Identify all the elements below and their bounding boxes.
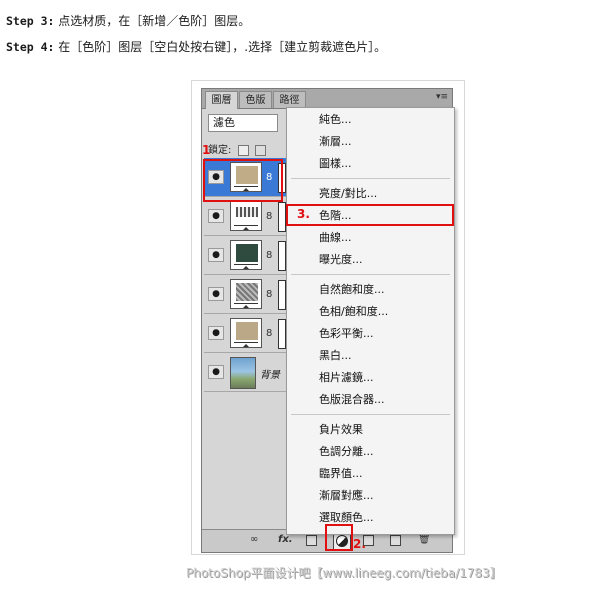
layer-row[interactable]: ● 8 — [204, 314, 294, 353]
lock-pixels-icon[interactable] — [254, 144, 266, 156]
layer-row[interactable]: ● 8 — [204, 275, 294, 314]
layer-row[interactable]: ● 8 — [204, 197, 294, 236]
step-4-label: Step 4: — [6, 40, 55, 54]
chain-link-icon[interactable]: 8 — [266, 289, 272, 300]
tab-channels[interactable]: 色版 — [239, 91, 272, 108]
annotation-box-layer — [203, 159, 283, 202]
watermark-text: PhotoShop平面设计吧【www.lineeg.com/tieba/1783… — [186, 566, 502, 580]
tab-paths[interactable]: 路徑 — [273, 91, 306, 108]
chain-link-icon[interactable]: 8 — [266, 211, 272, 222]
step-4-body: 在［色阶］图层［空白处按右键］，.选择［建立剪裁遮色片］。 — [58, 40, 387, 54]
menu-separator — [291, 414, 450, 415]
adjustment-thumbnail — [230, 318, 262, 348]
menu-item-photo-filter[interactable]: 相片濾鏡... — [319, 371, 374, 385]
step-4-text: Step 4: 在［色阶］图层［空白处按右键］，.选择［建立剪裁遮色片］。 — [6, 40, 386, 54]
photo-thumbnail — [230, 357, 256, 389]
menu-item-threshold[interactable]: 臨界值... — [319, 467, 363, 481]
background-layer-row[interactable]: ● 背景 — [204, 353, 294, 392]
layer-mask-thumbnail — [278, 202, 286, 232]
menu-item-solid-color[interactable]: 純色... — [319, 113, 352, 127]
mask-icon[interactable] — [306, 535, 317, 546]
eye-icon[interactable]: ● — [208, 365, 224, 379]
link-icon[interactable]: ∞ — [250, 533, 258, 547]
lock-row: 鎖定: — [208, 141, 266, 156]
eye-icon[interactable]: ● — [208, 248, 224, 262]
eye-icon[interactable]: ● — [208, 287, 224, 301]
new-layer-icon[interactable] — [390, 535, 401, 546]
layer-mask-thumbnail — [278, 319, 286, 349]
blend-mode-select[interactable]: 濾色 — [208, 114, 278, 132]
lock-label: 鎖定: — [208, 145, 232, 156]
background-layer-name: 背景 — [260, 370, 280, 381]
menu-item-hue-saturation[interactable]: 色相/飽和度... — [319, 305, 388, 319]
step-3-label: Step 3: — [6, 14, 55, 28]
menu-item-curves[interactable]: 曲線... — [319, 231, 352, 245]
eye-icon[interactable]: ● — [208, 326, 224, 340]
menu-item-brightness-contrast[interactable]: 亮度/對比... — [319, 187, 377, 201]
fx-icon[interactable]: fx. — [278, 533, 293, 547]
layer-row[interactable]: ● 8 — [204, 236, 294, 275]
step-3-text: Step 3: 点选材质，在［新增／色阶］图层。 — [6, 14, 250, 28]
trash-icon[interactable]: 🗑 — [418, 533, 431, 547]
annotation-number-3: 3. — [297, 207, 310, 221]
menu-item-black-white[interactable]: 黑白... — [319, 349, 352, 363]
menu-item-pattern[interactable]: 圖樣... — [319, 157, 352, 171]
menu-item-gradient-map[interactable]: 漸層對應... — [319, 489, 374, 503]
panel-tabbar: 圖層 色版 路徑 ▾≡ — [202, 89, 452, 109]
menu-separator — [291, 274, 450, 275]
menu-separator — [291, 178, 450, 179]
annotation-number-2: 2. — [353, 537, 366, 551]
menu-item-invert[interactable]: 負片效果 — [319, 423, 363, 437]
annotation-box-levels — [286, 204, 454, 226]
eye-icon[interactable]: ● — [208, 209, 224, 223]
panel-menu-icon[interactable]: ▾≡ — [436, 92, 448, 102]
menu-item-gradient[interactable]: 漸層... — [319, 135, 352, 149]
adjustment-thumbnail — [230, 201, 262, 231]
lock-transparent-icon[interactable] — [237, 144, 249, 156]
annotation-number-1: 1 — [202, 143, 211, 157]
layer-mask-thumbnail — [278, 280, 286, 310]
menu-item-posterize[interactable]: 色調分離... — [319, 445, 374, 459]
adjustment-thumbnail — [230, 279, 262, 309]
menu-item-exposure[interactable]: 曝光度... — [319, 253, 363, 267]
step-3-body: 点选材质，在［新增／色阶］图层。 — [58, 14, 251, 28]
layer-mask-thumbnail — [278, 241, 286, 271]
menu-item-color-balance[interactable]: 色彩平衡... — [319, 327, 374, 341]
adjustment-thumbnail — [230, 240, 262, 270]
menu-item-channel-mixer[interactable]: 色版混合器... — [319, 393, 385, 407]
annotation-box-adjust-button — [325, 524, 353, 551]
chain-link-icon[interactable]: 8 — [266, 328, 272, 339]
menu-item-selective-color[interactable]: 選取顏色... — [319, 511, 374, 525]
tab-layers[interactable]: 圖層 — [205, 91, 238, 109]
menu-item-vibrance[interactable]: 自然飽和度... — [319, 283, 385, 297]
chain-link-icon[interactable]: 8 — [266, 250, 272, 261]
adjustment-dropdown-menu: 純色... 漸層... 圖樣... 亮度/對比... 色階... 曲線... 曝… — [286, 107, 455, 535]
